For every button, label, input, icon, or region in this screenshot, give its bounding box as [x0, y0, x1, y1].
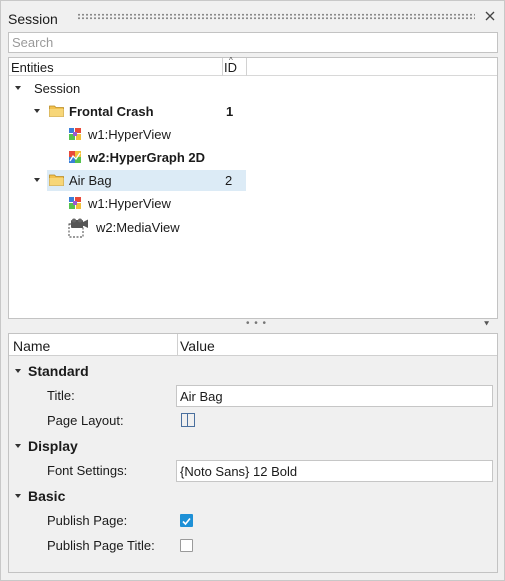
tree-node-label: w1:HyperView [88, 127, 171, 142]
tree-node-label: Air Bag [69, 173, 112, 188]
group-label: Basic [28, 488, 66, 504]
column-header-name[interactable]: Name [13, 338, 50, 354]
group-basic[interactable]: Basic [9, 484, 497, 508]
session-panel: Session Entities ID ^ Session Fro [0, 0, 505, 581]
tree-node-frontal-crash[interactable]: Frontal Crash 1 [9, 101, 497, 122]
checkmark-icon [182, 517, 191, 526]
tree-node-label: w1:HyperView [88, 196, 171, 211]
expand-arrow-icon[interactable] [34, 109, 40, 113]
column-divider[interactable] [177, 334, 178, 356]
tree-node-label: w2:HyperGraph 2D [88, 150, 206, 165]
drag-grip[interactable] [77, 13, 475, 20]
hyperview-icon [69, 128, 81, 140]
group-display[interactable]: Display [9, 434, 497, 458]
tree-node-label: Frontal Crash [69, 104, 154, 119]
title-field[interactable]: Air Bag [176, 385, 493, 407]
property-label: Publish Page Title: [47, 538, 155, 553]
property-row-title: Title: Air Bag [9, 384, 497, 408]
property-label: Publish Page: [47, 513, 128, 528]
collapse-chevron-icon[interactable]: ⯆ [483, 319, 490, 330]
expand-arrow-icon[interactable] [15, 444, 21, 448]
tree-node-session[interactable]: Session [9, 78, 497, 99]
sort-caret-icon: ^ [229, 56, 233, 65]
panel-title: Session [8, 11, 58, 27]
expand-arrow-icon[interactable] [15, 369, 21, 373]
tree-node-window[interactable]: w1:HyperView [9, 193, 497, 214]
tree-node-window[interactable]: w2:MediaView [9, 215, 497, 241]
property-table: Name Value Standard Title: Air Bag Page … [8, 333, 498, 573]
column-divider[interactable] [222, 58, 223, 76]
folder-icon [49, 105, 64, 117]
hyperview-icon [69, 197, 81, 209]
tree-header: Entities ID ^ [9, 56, 497, 76]
hypergraph-icon [69, 151, 81, 163]
panel-titlebar: Session [1, 1, 504, 30]
property-label: Page Layout: [47, 413, 124, 428]
group-label: Standard [28, 363, 89, 379]
expand-arrow-icon[interactable] [15, 494, 21, 498]
group-standard[interactable]: Standard [9, 359, 497, 383]
property-row-publish-page-title: Publish Page Title: [9, 534, 497, 558]
property-label: Font Settings: [47, 463, 128, 478]
group-label: Display [28, 438, 78, 454]
search-input[interactable] [8, 32, 498, 53]
property-table-header: Name Value [9, 334, 497, 356]
mediaview-icon [68, 218, 88, 238]
splitter-handle[interactable]: • • • [246, 318, 267, 329]
property-row-page-layout: Page Layout: [9, 409, 497, 433]
publish-page-checkbox[interactable] [180, 514, 193, 527]
tree-node-id: 1 [226, 104, 234, 119]
column-divider[interactable] [246, 58, 247, 76]
entity-tree: Entities ID ^ Session Frontal Crash 1 w1… [8, 56, 498, 319]
tree-node-label: Session [34, 81, 81, 96]
tree-node-air-bag[interactable]: Air Bag 2 [9, 170, 497, 191]
tree-node-id: 2 [225, 173, 233, 188]
close-icon[interactable] [483, 9, 497, 23]
tree-node-window[interactable]: w1:HyperView [9, 124, 497, 145]
publish-page-title-checkbox[interactable] [180, 539, 193, 552]
property-row-publish-page: Publish Page: [9, 509, 497, 533]
column-header-value[interactable]: Value [180, 338, 215, 354]
page-layout-icon[interactable] [181, 413, 195, 427]
folder-icon [49, 174, 64, 186]
tree-node-label: w2:MediaView [96, 220, 180, 235]
tree-node-window[interactable]: w2:HyperGraph 2D [9, 147, 497, 168]
property-label: Title: [47, 388, 75, 403]
property-row-font-settings: Font Settings: {Noto Sans} 12 Bold [9, 459, 497, 483]
font-settings-field[interactable]: {Noto Sans} 12 Bold [176, 460, 493, 482]
expand-arrow-icon[interactable] [34, 178, 40, 182]
expand-arrow-icon[interactable] [15, 86, 21, 90]
column-header-entities[interactable]: Entities [11, 60, 54, 75]
